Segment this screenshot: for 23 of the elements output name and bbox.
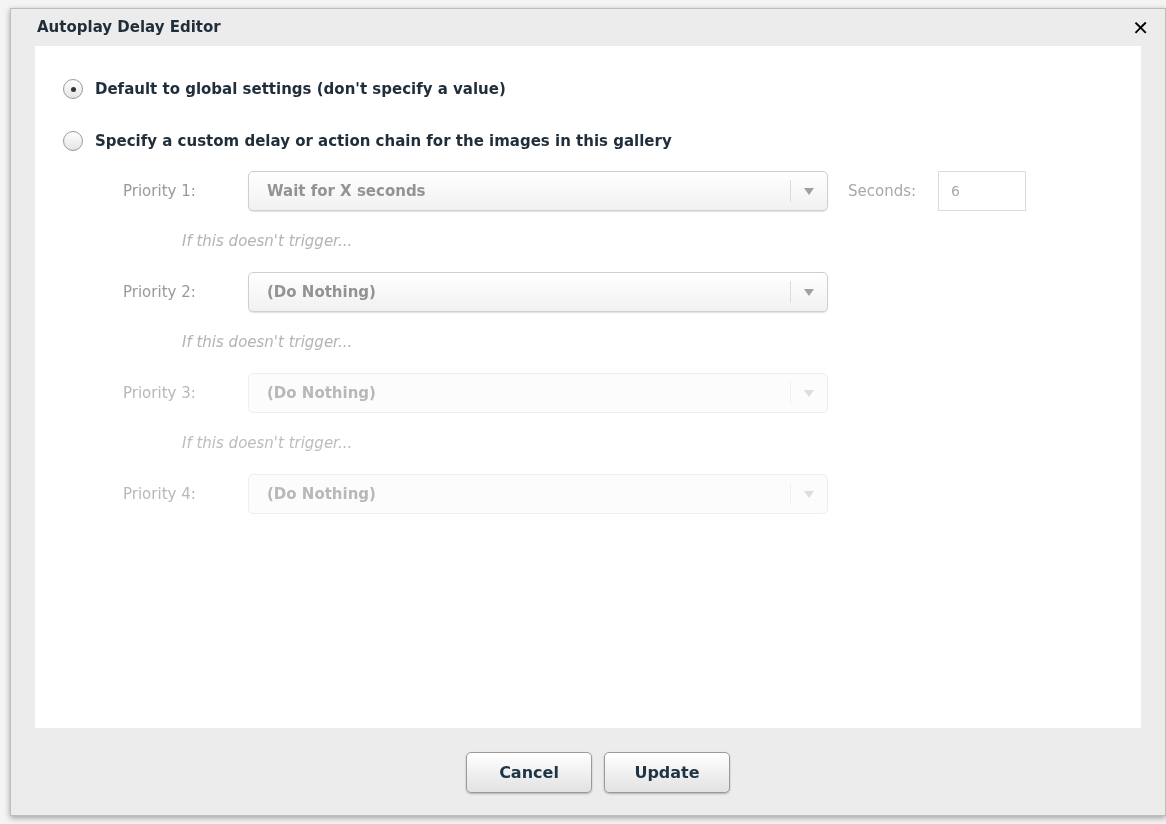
caret-icon [804, 389, 814, 397]
dialog-button[interactable]: Update [604, 752, 730, 793]
caret-icon [804, 187, 814, 195]
hint-text: If this doesn't trigger... [182, 332, 353, 354]
priority-label: Priority 3: [123, 382, 197, 404]
caret-icon [804, 288, 814, 296]
radio-button[interactable] [63, 79, 83, 99]
seconds-label: Seconds: [848, 180, 917, 202]
priority-label: Priority 4: [123, 483, 197, 505]
radio-label: Default to global settings (don't specify a value) [95, 78, 506, 100]
close-button[interactable]: ✕ [1132, 17, 1149, 38]
hint-text: If this doesn't trigger... [182, 231, 353, 253]
seconds-field[interactable]: 6 [938, 171, 1027, 211]
caret-icon [804, 490, 814, 498]
radio-label: Specify a custom delay or action chain for the images in this gallery [95, 130, 672, 152]
action-select[interactable]: (Do Nothing) [248, 272, 828, 312]
dialog-title: Autoplay Delay Editor [37, 17, 221, 39]
dialog-button[interactable]: Cancel [466, 752, 592, 793]
priority-label: Priority 2: [123, 281, 197, 303]
action-select[interactable]: Wait for X seconds [248, 171, 828, 211]
radio-button[interactable] [63, 131, 83, 151]
hint-text: If this doesn't trigger... [182, 433, 353, 455]
priority-label: Priority 1: [123, 180, 197, 202]
